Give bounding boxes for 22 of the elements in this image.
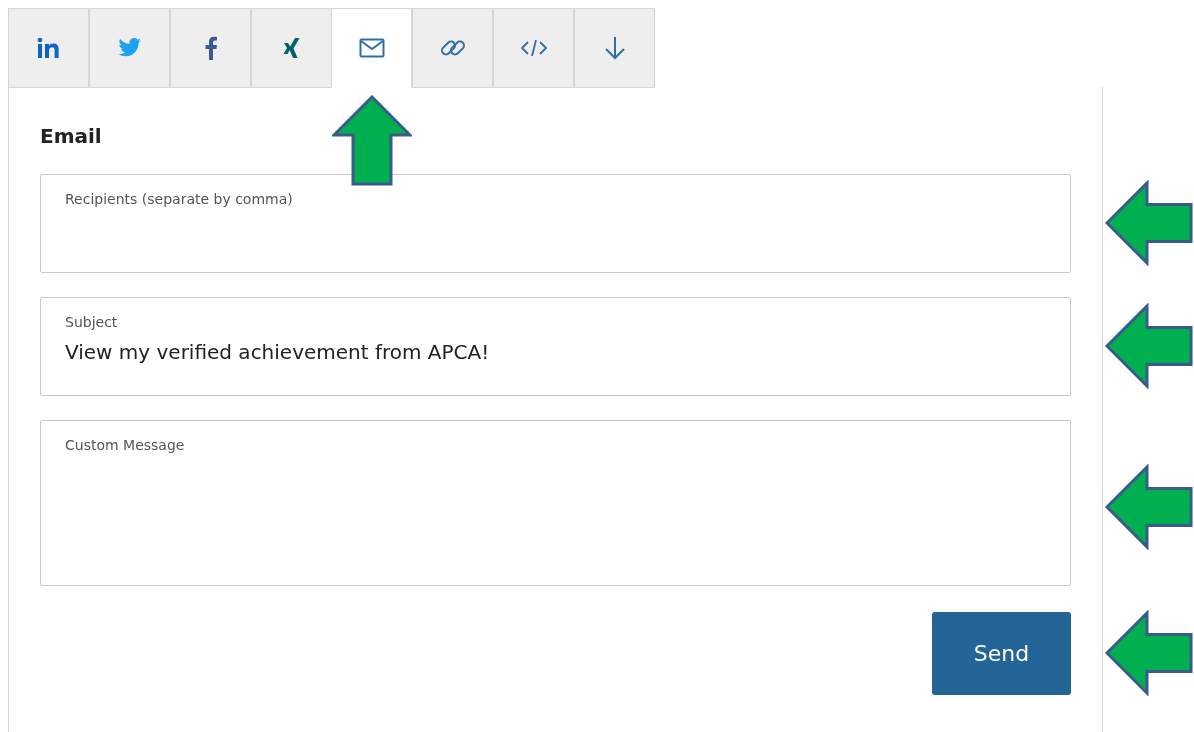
down-arrow-icon — [603, 36, 626, 60]
field-label: Subject — [65, 313, 118, 332]
share-tab[interactable] — [89, 8, 170, 88]
xing-icon — [282, 37, 301, 59]
code-icon — [520, 39, 547, 57]
linkedin-icon — [36, 37, 61, 59]
share-tab[interactable] — [170, 8, 251, 88]
field-label: Recipients (separate by comma) — [65, 190, 293, 209]
share-tab[interactable] — [412, 8, 493, 88]
field-label: Custom Message — [65, 436, 185, 455]
message-field[interactable]: Custom Message — [40, 420, 1071, 586]
input-field[interactable]: Recipients (separate by comma) — [40, 174, 1071, 273]
bird-icon — [117, 38, 142, 58]
field-value: View my verified achievement from APCA! — [65, 339, 490, 366]
share-tab[interactable] — [8, 8, 89, 88]
section-title: Email — [40, 123, 103, 150]
facebook-icon — [204, 36, 217, 60]
input-field[interactable]: Subject View my verified achievement from APCA! — [40, 297, 1071, 396]
share-tab[interactable] — [331, 8, 412, 88]
share-tab[interactable] — [251, 8, 332, 88]
send-button[interactable]: Send — [932, 612, 1071, 695]
envelope-icon — [358, 38, 385, 58]
